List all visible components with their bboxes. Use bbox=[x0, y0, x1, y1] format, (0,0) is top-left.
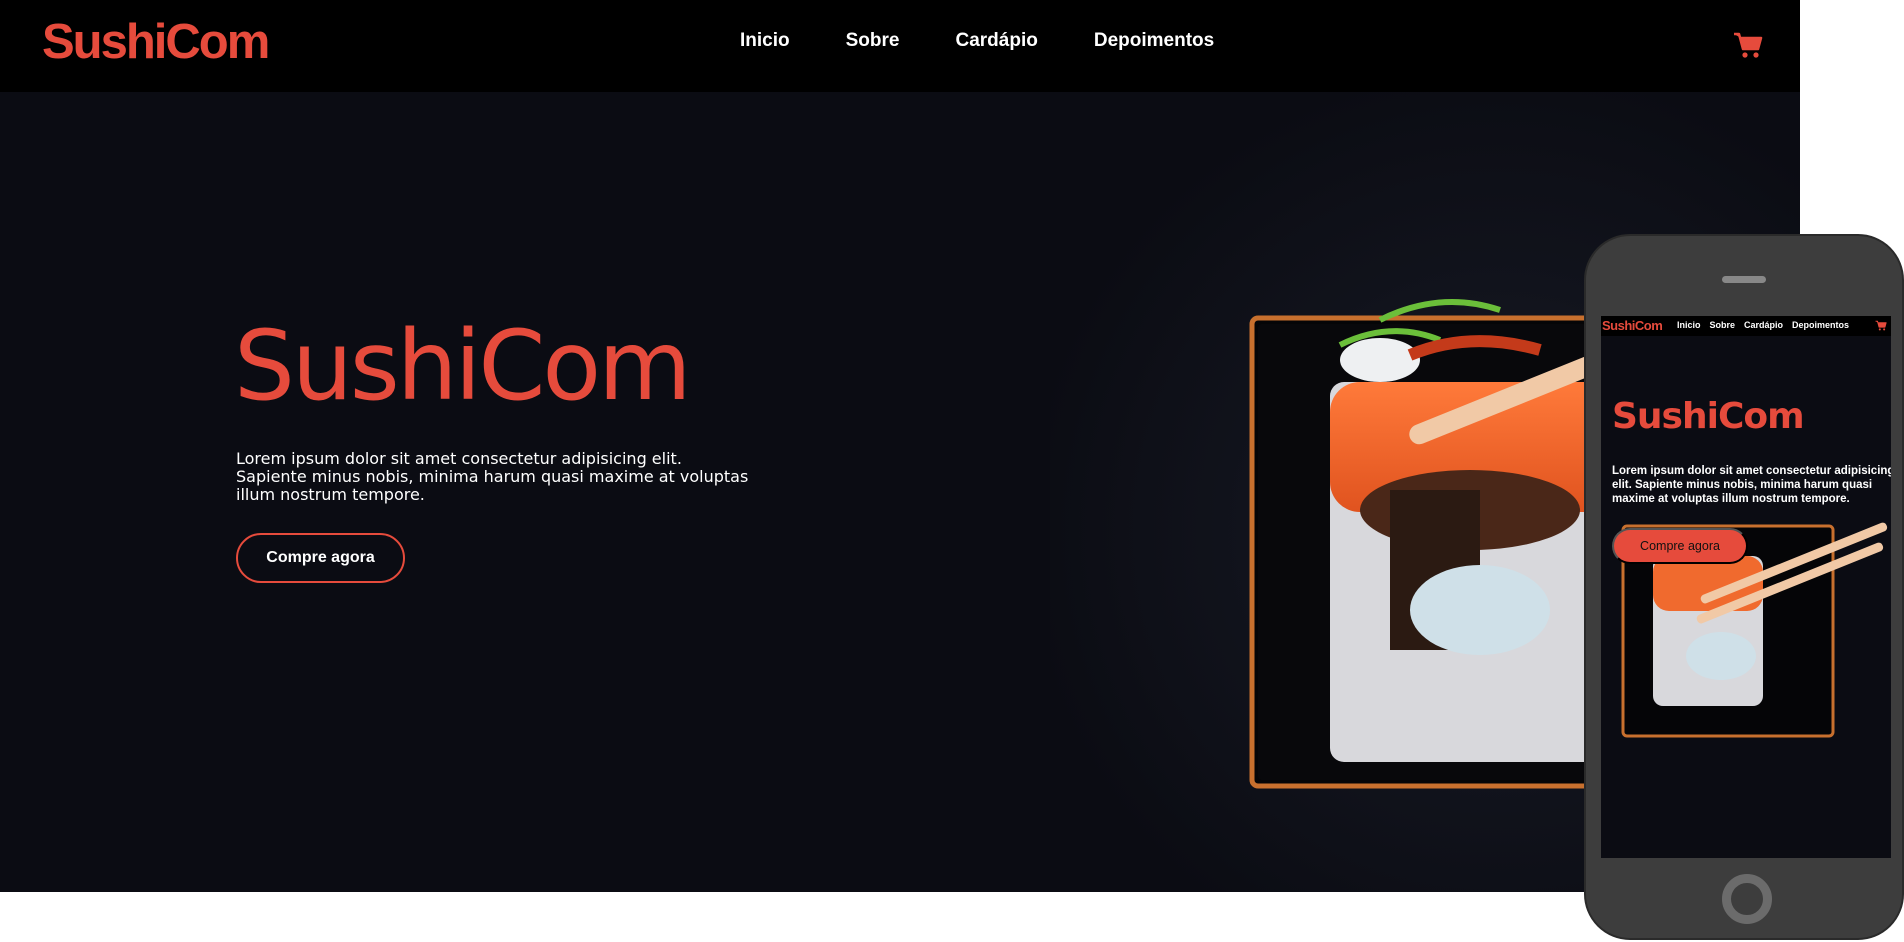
mobile-hero-title: SushiCom bbox=[1612, 396, 1805, 437]
nav-link-sobre[interactable]: Sobre bbox=[846, 30, 900, 52]
desktop-site: SushiCom Inicio Sobre Cardápio Depoiment… bbox=[0, 0, 1800, 892]
cart-icon[interactable] bbox=[1733, 31, 1763, 59]
buy-now-button[interactable]: Compre agora bbox=[236, 533, 405, 583]
mobile-header: SushiCom Inicio Sobre Cardápio Depoiment… bbox=[1601, 316, 1891, 336]
mobile-sushi-image bbox=[1621, 522, 1888, 738]
main-nav: Inicio Sobre Cardápio Depoimentos bbox=[740, 30, 1214, 52]
mobile-nav: Inicio Sobre Cardápio Depoimentos bbox=[1677, 320, 1849, 330]
mobile-screen: SushiCom Inicio Sobre Cardápio Depoiment… bbox=[1601, 316, 1891, 858]
mobile-cart-icon[interactable] bbox=[1875, 320, 1887, 331]
nav-link-depoimentos[interactable]: Depoimentos bbox=[1094, 30, 1214, 52]
brand-logo[interactable]: SushiCom bbox=[42, 14, 270, 70]
mobile-buy-now-button[interactable]: Compre agora bbox=[1612, 528, 1748, 564]
phone-home-button bbox=[1722, 874, 1772, 924]
hero-description: Lorem ipsum dolor sit amet consectetur a… bbox=[236, 449, 749, 504]
mobile-nav-inicio[interactable]: Inicio bbox=[1677, 320, 1701, 330]
mobile-hero-description: Lorem ipsum dolor sit amet consectetur a… bbox=[1612, 465, 1891, 505]
nav-link-inicio[interactable]: Inicio bbox=[740, 30, 790, 52]
site-header: SushiCom Inicio Sobre Cardápio Depoiment… bbox=[0, 0, 1800, 92]
hero-title: SushiCom bbox=[234, 310, 692, 422]
nav-link-cardapio[interactable]: Cardápio bbox=[955, 30, 1037, 52]
mobile-nav-sobre[interactable]: Sobre bbox=[1710, 320, 1736, 330]
mobile-nav-cardapio[interactable]: Cardápio bbox=[1744, 320, 1783, 330]
phone-mockup: SushiCom Inicio Sobre Cardápio Depoiment… bbox=[1584, 234, 1904, 940]
mobile-nav-depoimentos[interactable]: Depoimentos bbox=[1792, 320, 1849, 330]
phone-speaker bbox=[1722, 276, 1766, 283]
mobile-brand-logo[interactable]: SushiCom bbox=[1602, 318, 1663, 333]
